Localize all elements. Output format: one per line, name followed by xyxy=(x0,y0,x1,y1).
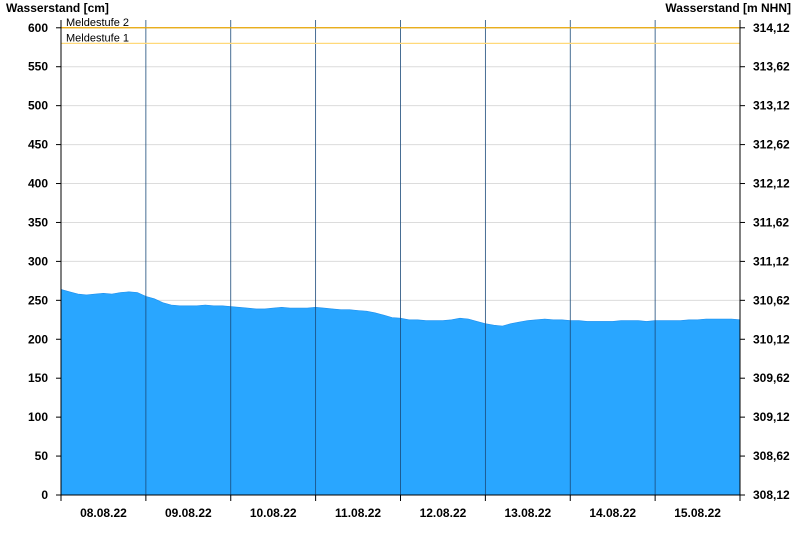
left-tick-label: 350 xyxy=(28,215,48,229)
left-tick-label: 400 xyxy=(28,177,48,191)
right-tick-label: 310,12 xyxy=(753,332,790,346)
right-tick-label: 314,12 xyxy=(753,21,790,35)
right-tick-label: 308,62 xyxy=(753,449,790,463)
left-tick-label: 100 xyxy=(28,410,48,424)
left-tick-label: 550 xyxy=(28,60,48,74)
left-tick-label: 250 xyxy=(28,293,48,307)
left-tick-label: 450 xyxy=(28,138,48,152)
left-tick-label: 50 xyxy=(35,449,49,463)
x-tick-label: 14.08.22 xyxy=(589,506,636,520)
left-tick-label: 600 xyxy=(28,21,48,35)
water-level-chart: Meldestufe 2 Meldestufe 1 0 50 100 150 200 250 3… xyxy=(28,17,790,520)
right-tick-label: 311,12 xyxy=(753,254,789,268)
right-tick-label: 313,62 xyxy=(753,60,790,74)
right-tick-label: 312,12 xyxy=(753,177,790,191)
right-tick-label: 309,12 xyxy=(753,410,790,424)
left-tick-label: 150 xyxy=(28,371,48,385)
left-tick-label: 500 xyxy=(28,99,48,113)
threshold-label: Meldestufe 2 xyxy=(66,17,129,29)
left-tick-label: 0 xyxy=(41,488,48,502)
x-tick-label: 15.08.22 xyxy=(674,506,721,520)
x-tick-label: 08.08.22 xyxy=(80,506,127,520)
right-tick-label: 311,62 xyxy=(753,215,789,229)
x-tick-label: 11.08.22 xyxy=(335,506,381,520)
right-tick-label: 308,12 xyxy=(753,488,790,502)
right-tick-label: 309,62 xyxy=(753,371,790,385)
left-tick-label: 200 xyxy=(28,332,48,346)
x-tick-label: 12.08.22 xyxy=(420,506,467,520)
threshold-label: Meldestufe 1 xyxy=(66,32,129,44)
right-tick-label: 310,62 xyxy=(753,293,790,307)
x-tick-label: 09.08.22 xyxy=(165,506,212,520)
right-tick-label: 313,12 xyxy=(753,99,790,113)
x-tick-label: 13.08.22 xyxy=(504,506,551,520)
left-tick-label: 300 xyxy=(28,254,48,268)
x-tick-label: 10.08.22 xyxy=(250,506,297,520)
right-tick-label: 312,62 xyxy=(753,138,790,152)
